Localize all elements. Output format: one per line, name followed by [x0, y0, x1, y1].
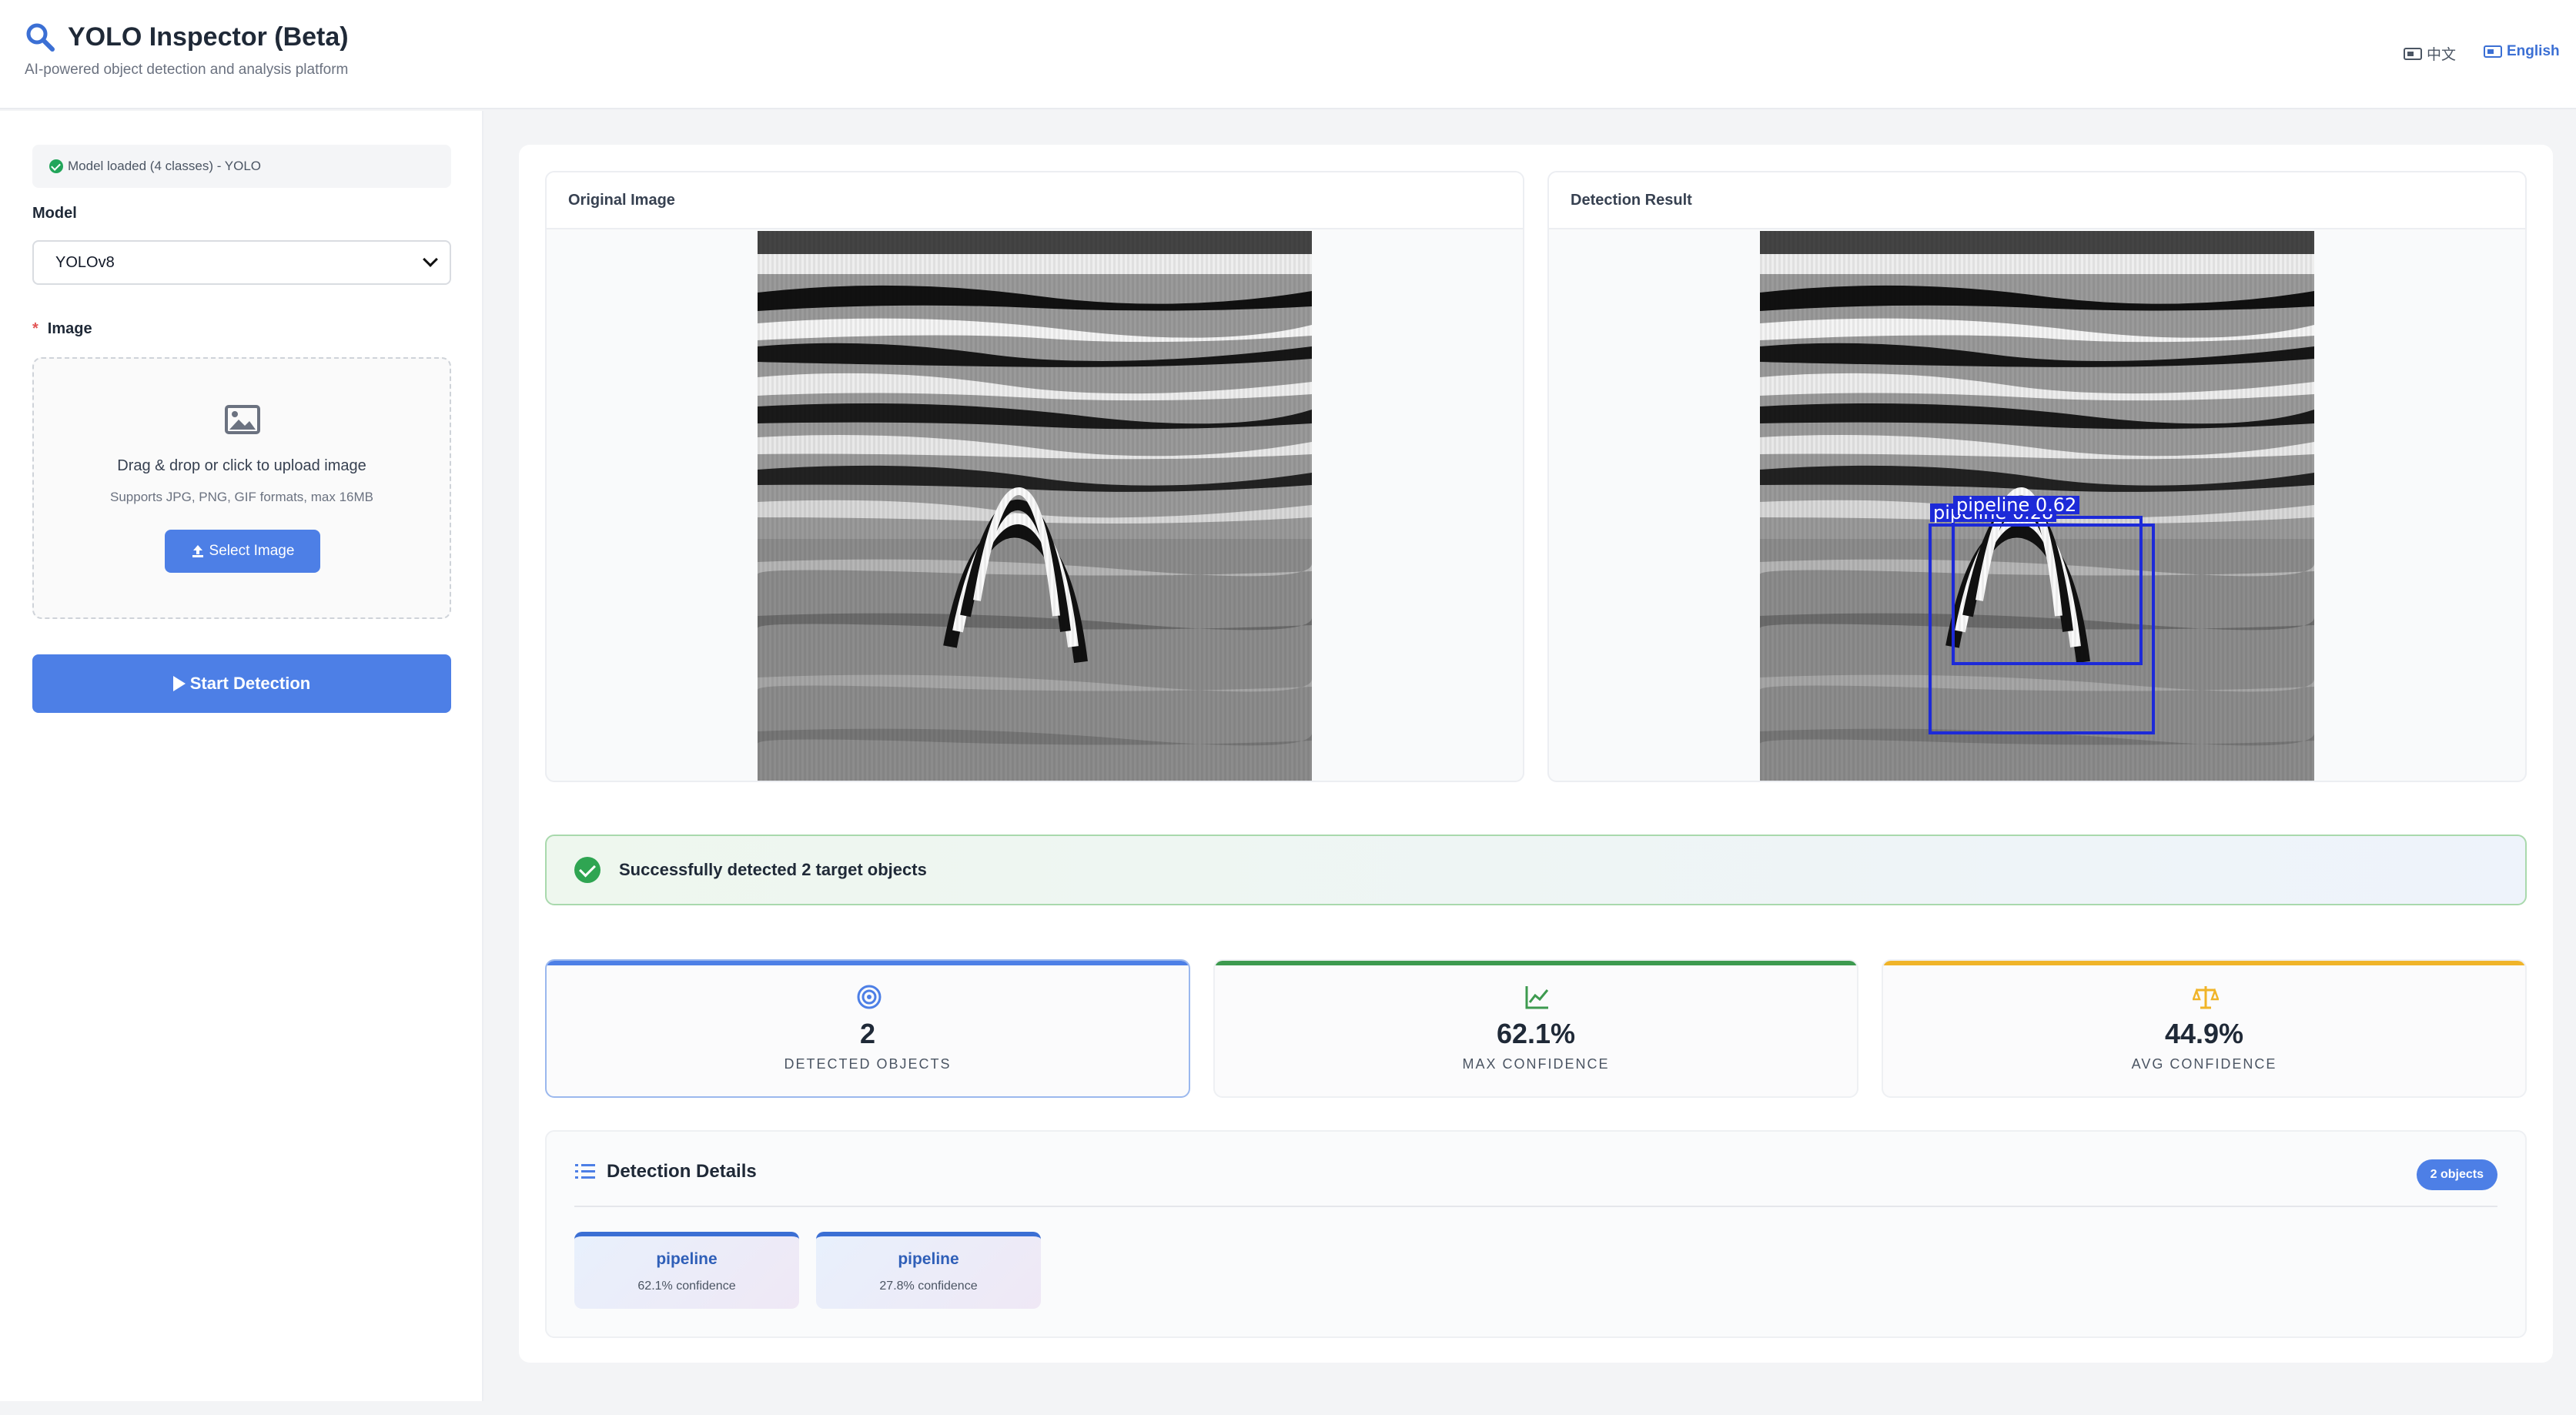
select-image-button[interactable]: Select Image — [165, 530, 320, 573]
detection-result-title: Detection Result — [1549, 172, 2525, 229]
divider — [574, 1206, 2497, 1207]
success-alert: Successfully detected 2 target objects — [545, 835, 2527, 905]
original-image — [758, 231, 1312, 781]
start-detection-label: Start Detection — [189, 674, 311, 693]
detection-details-title: Detection Details — [607, 1161, 757, 1182]
bounding-box-label: pipeline 0.62 — [1953, 496, 2080, 514]
language-english-label: English — [2507, 43, 2560, 59]
balance-scale-icon — [2193, 986, 2219, 1009]
stat-caption: MAX CONFIDENCE — [1462, 1056, 1610, 1072]
detection-details-header: Detection Details — [574, 1161, 757, 1183]
language-chinese-label: 中文 — [2427, 47, 2457, 63]
list-icon — [575, 1164, 595, 1179]
sidebar: Model loaded (4 classes) - YOLO Model YO… — [0, 111, 483, 1401]
detection-item-confidence: 62.1% confidence — [637, 1280, 736, 1293]
chart-line-icon — [1525, 986, 1549, 1009]
brand: YOLO Inspector (Beta) — [25, 22, 349, 52]
chevron-down-icon — [423, 252, 438, 267]
upload-title: Drag & drop or click to upload image — [117, 457, 366, 474]
language-english-button[interactable]: English — [2484, 43, 2560, 60]
model-label: Model — [32, 205, 77, 222]
model-select[interactable]: YOLOv8 — [32, 240, 451, 285]
app-title: YOLO Inspector (Beta) — [68, 22, 349, 52]
check-circle-icon — [574, 857, 601, 883]
language-icon — [2404, 47, 2422, 60]
search-icon — [26, 23, 55, 52]
detection-result-image: pipeline 0.28 pipeline 0.62 — [1760, 231, 2314, 781]
model-status-text: Model loaded (4 classes) - YOLO — [68, 159, 262, 173]
detection-item[interactable]: pipeline 27.8% confidence — [816, 1232, 1041, 1309]
stat-caption: DETECTED OBJECTS — [784, 1056, 952, 1072]
stat-card-detected-objects: 2 DETECTED OBJECTS — [545, 959, 1190, 1098]
app-subtitle: AI-powered object detection and analysis… — [25, 62, 349, 78]
language-icon — [2484, 45, 2502, 58]
detection-item-confidence: 27.8% confidence — [879, 1280, 978, 1293]
stat-accent-bar — [1883, 961, 2525, 965]
detection-item-class: pipeline — [898, 1250, 959, 1268]
stat-value: 2 — [859, 1018, 876, 1049]
required-marker: * — [32, 320, 38, 337]
stat-card-max-confidence: 62.1% MAX CONFIDENCE — [1213, 959, 1858, 1098]
select-image-label: Select Image — [209, 543, 295, 559]
success-alert-text: Successfully detected 2 target objects — [619, 860, 927, 879]
app-header: YOLO Inspector (Beta) AI-powered object … — [0, 0, 2576, 109]
start-detection-button[interactable]: Start Detection — [32, 654, 451, 713]
language-chinese-button[interactable]: 中文 — [2404, 43, 2456, 64]
upload-icon — [192, 545, 203, 557]
stat-card-avg-confidence: 44.9% AVG CONFIDENCE — [1882, 959, 2527, 1098]
original-image-title: Original Image — [547, 172, 1523, 229]
original-image-card: Original Image — [545, 171, 1524, 782]
check-circle-icon — [49, 159, 63, 173]
main-panel: Original Image Detection Result pipeline… — [519, 145, 2553, 1363]
stat-caption: AVG CONFIDENCE — [2131, 1056, 2277, 1072]
stat-value: 62.1% — [1496, 1018, 1576, 1049]
upload-hint: Supports JPG, PNG, GIF formats, max 16MB — [110, 490, 373, 504]
detection-details-panel: Detection Details 2 objects pipeline 62.… — [545, 1130, 2527, 1338]
stat-accent-bar — [1215, 961, 1857, 965]
image-label-text: Image — [47, 320, 92, 337]
stat-value: 44.9% — [2164, 1018, 2244, 1049]
detection-item[interactable]: pipeline 62.1% confidence — [574, 1232, 799, 1309]
image-label: * Image — [32, 320, 92, 338]
objects-count-badge: 2 objects — [2416, 1159, 2497, 1190]
model-status-badge: Model loaded (4 classes) - YOLO — [32, 145, 451, 188]
model-select-value: YOLOv8 — [55, 253, 115, 271]
play-icon — [172, 676, 186, 691]
detection-item-class: pipeline — [656, 1250, 718, 1268]
detection-result-card: Detection Result pipeline 0.62 — [1547, 171, 2527, 782]
image-dropzone[interactable]: Drag & drop or click to upload image Sup… — [32, 357, 451, 619]
image-icon — [225, 405, 260, 434]
target-icon — [857, 985, 882, 1009]
stat-accent-bar — [547, 961, 1189, 965]
